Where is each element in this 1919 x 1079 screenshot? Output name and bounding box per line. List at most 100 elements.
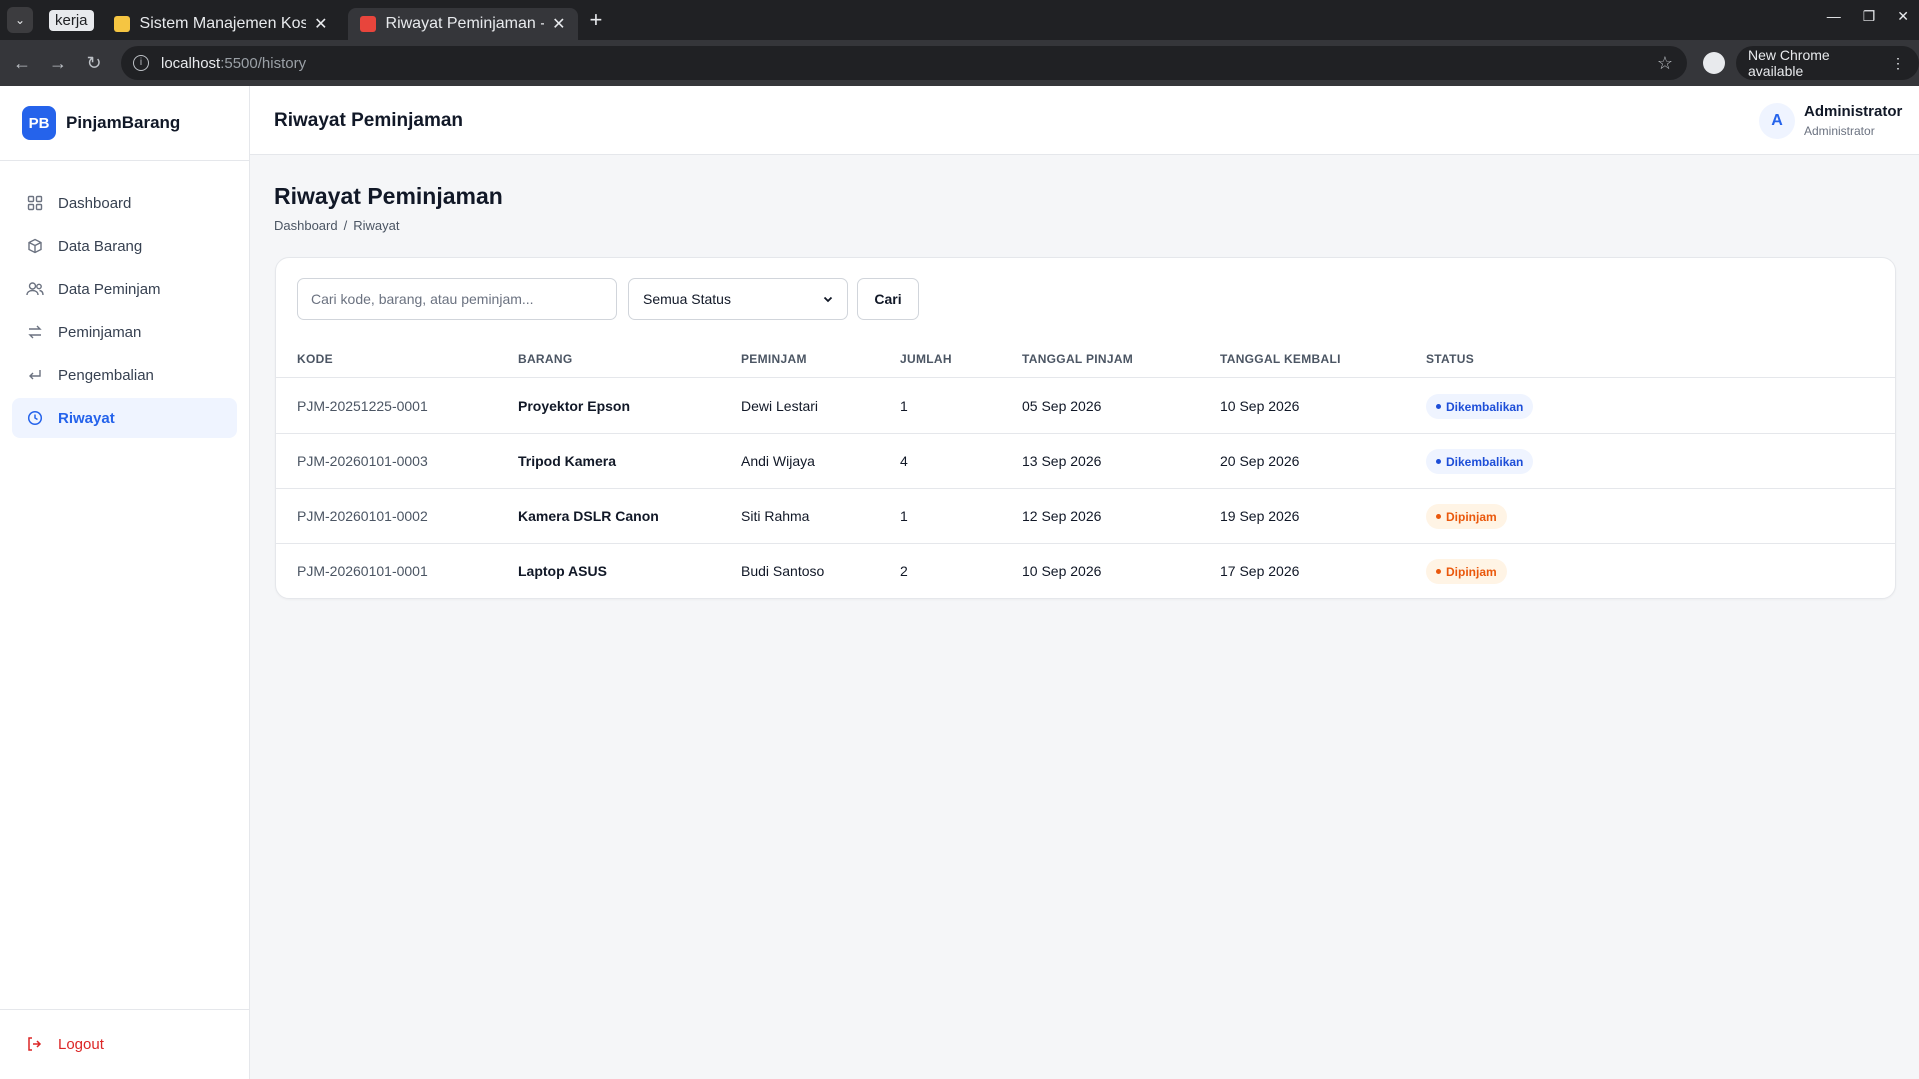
- avatar[interactable]: A: [1759, 103, 1795, 139]
- cell-kode: PJM-20260101-0001: [297, 563, 428, 579]
- cell-tanggal-kembali: 10 Sep 2026: [1220, 398, 1300, 414]
- cell-peminjam: Andi Wijaya: [741, 453, 815, 469]
- address-bar[interactable]: i localhost:5500/history ☆: [121, 46, 1687, 80]
- column-header-barang[interactable]: BARANG: [518, 352, 572, 366]
- tab-group-chip[interactable]: kerja: [49, 9, 94, 31]
- sidebar-item-data-barang[interactable]: Data Barang: [12, 226, 237, 266]
- column-header-jumlah[interactable]: JUMLAH: [900, 352, 952, 366]
- breadcrumb-separator: /: [343, 218, 348, 233]
- clock-icon: [26, 409, 44, 427]
- url-path: :5500/history: [220, 54, 307, 72]
- minimize-icon[interactable]: —: [1827, 8, 1841, 25]
- cell-kode: PJM-20251225-0001: [297, 398, 428, 414]
- browser-tab-kos[interactable]: Sistem Manajemen Kos ✕: [102, 8, 340, 40]
- column-header-tanggal-kembali[interactable]: TANGGAL KEMBALI: [1220, 352, 1341, 366]
- brand-logo: PB: [22, 106, 56, 140]
- column-header-status[interactable]: STATUS: [1426, 352, 1474, 366]
- brand: PB PinjamBarang: [0, 86, 249, 161]
- users-icon: [26, 280, 44, 298]
- forward-icon[interactable]: →: [40, 53, 76, 74]
- cell-tanggal-kembali: 17 Sep 2026: [1220, 563, 1300, 579]
- table-row[interactable]: PJM-20260101-0002 Kamera DSLR Canon Siti…: [276, 489, 1895, 544]
- cell-tanggal-pinjam: 13 Sep 2026: [1022, 453, 1102, 469]
- cell-jumlah: 2: [900, 563, 908, 579]
- search-input[interactable]: [297, 278, 617, 320]
- cell-peminjam: Siti Rahma: [741, 508, 810, 524]
- close-tab-icon[interactable]: ✕: [552, 14, 565, 34]
- browser-tab-strip: ⌄ kerja Sistem Manajemen Kos ✕ Riwayat P…: [0, 0, 1919, 40]
- table-row[interactable]: PJM-20260101-0001 Laptop ASUS Budi Santo…: [276, 544, 1895, 599]
- cell-tanggal-kembali: 19 Sep 2026: [1220, 508, 1300, 524]
- tab-title: Sistem Manajemen Kos: [139, 15, 307, 32]
- sidebar-item-data-peminjam[interactable]: Data Peminjam: [12, 269, 237, 309]
- grid-icon: [26, 194, 44, 212]
- logout-icon: [26, 1036, 44, 1054]
- column-header-kode[interactable]: KODE: [297, 352, 333, 366]
- cell-jumlah: 4: [900, 453, 908, 469]
- breadcrumb: Dashboard / Riwayat: [274, 218, 399, 233]
- logout-label: Logout: [58, 1036, 104, 1053]
- column-header-peminjam[interactable]: PEMINJAM: [741, 352, 807, 366]
- chrome-update-label: New Chrome available: [1748, 47, 1830, 79]
- cell-barang: Kamera DSLR Canon: [518, 508, 659, 524]
- page-title: Riwayat Peminjaman: [274, 183, 503, 209]
- status-badge: Dipinjam: [1426, 559, 1507, 584]
- browser-toolbar: ← → ↻ i localhost:5500/history ☆ New Chr…: [0, 40, 1919, 86]
- status-select-value: Semua Status: [643, 291, 731, 307]
- sidebar-item-label: Riwayat: [58, 409, 115, 427]
- sidebar-item-label: Data Barang: [58, 237, 143, 255]
- cell-kode: PJM-20260101-0003: [297, 453, 428, 469]
- sidebar-item-label: Dashboard: [58, 194, 132, 212]
- site-info-icon[interactable]: i: [133, 55, 149, 71]
- chrome-update-button[interactable]: New Chrome available ⋮: [1736, 46, 1919, 80]
- close-window-icon[interactable]: ✕: [1897, 8, 1909, 25]
- status-select[interactable]: Semua Status: [628, 278, 848, 320]
- search-button[interactable]: Cari: [857, 278, 919, 320]
- table-row[interactable]: PJM-20260101-0003 Tripod Kamera Andi Wij…: [276, 434, 1895, 489]
- sidebar-item-label: Pengembalian: [58, 366, 154, 384]
- profile-avatar-icon[interactable]: [1703, 52, 1725, 74]
- logout-button[interactable]: Logout: [0, 1009, 249, 1079]
- reload-icon[interactable]: ↻: [76, 53, 112, 74]
- cell-jumlah: 1: [900, 508, 908, 524]
- status-dot-icon: [1436, 569, 1441, 574]
- tab-favicon-icon: [113, 16, 130, 32]
- status-badge: Dipinjam: [1426, 504, 1507, 529]
- swap-arrows-icon: [26, 323, 44, 341]
- table-row[interactable]: PJM-20251225-0001 Proyektor Epson Dewi L…: [276, 379, 1895, 434]
- breadcrumb-dashboard-link[interactable]: Dashboard: [274, 218, 338, 233]
- sidebar-item-riwayat[interactable]: Riwayat: [12, 398, 237, 438]
- user-name: Administrator: [1804, 103, 1903, 120]
- box-icon: [26, 237, 44, 255]
- sidebar-item-peminjaman[interactable]: Peminjaman: [12, 312, 237, 352]
- table-header: KODE BARANG PEMINJAM JUMLAH TANGGAL PINJ…: [276, 338, 1895, 378]
- cell-jumlah: 1: [900, 398, 908, 414]
- column-header-tanggal-pinjam[interactable]: TANGGAL PINJAM: [1022, 352, 1133, 366]
- more-menu-icon[interactable]: ⋮: [1891, 55, 1905, 72]
- status-dot-icon: [1436, 404, 1441, 409]
- restore-icon[interactable]: ❐: [1863, 8, 1876, 25]
- new-tab-icon[interactable]: +: [590, 7, 603, 33]
- sidebar-item-label: Peminjaman: [58, 323, 142, 341]
- return-arrow-icon: [26, 366, 44, 384]
- sidebar-item-label: Data Peminjam: [58, 280, 161, 298]
- status-badge: Dikembalikan: [1426, 449, 1534, 474]
- status-badge: Dikembalikan: [1426, 394, 1534, 419]
- close-tab-icon[interactable]: ✕: [314, 14, 327, 34]
- sidebar-item-pengembalian[interactable]: Pengembalian: [12, 355, 237, 395]
- tab-search-icon[interactable]: ⌄: [7, 7, 33, 33]
- cell-tanggal-pinjam: 12 Sep 2026: [1022, 508, 1102, 524]
- cell-peminjam: Dewi Lestari: [741, 398, 819, 414]
- back-icon[interactable]: ←: [4, 53, 40, 74]
- tab-title: Riwayat Peminjaman - P: [385, 15, 545, 32]
- browser-tab-riwayat[interactable]: Riwayat Peminjaman - P ✕: [347, 8, 578, 40]
- sidebar: PB PinjamBarang Dashboard Data Barang Da…: [0, 86, 250, 1079]
- history-card: Semua Status Cari KODE BARANG PEMINJAM J…: [275, 257, 1896, 599]
- sidebar-item-dashboard[interactable]: Dashboard: [12, 183, 237, 223]
- breadcrumb-current: Riwayat: [353, 218, 400, 233]
- status-badge-label: Dikembalikan: [1446, 454, 1524, 469]
- bookmark-star-icon[interactable]: ☆: [1657, 53, 1673, 74]
- cell-barang: Laptop ASUS: [518, 563, 607, 579]
- cell-tanggal-kembali: 20 Sep 2026: [1220, 453, 1300, 469]
- status-badge-label: Dikembalikan: [1446, 399, 1524, 414]
